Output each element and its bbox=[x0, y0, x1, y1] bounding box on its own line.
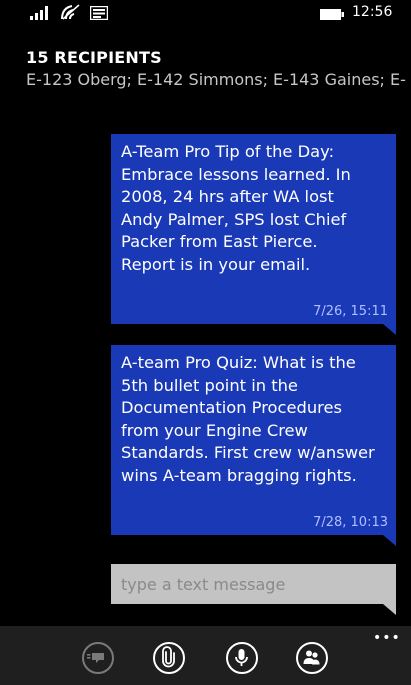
more-options-button[interactable]: ••• bbox=[373, 630, 401, 646]
people-icon bbox=[303, 650, 320, 665]
message-bubble[interactable]: A-Team Pro Tip of the Day: Embrace lesso… bbox=[111, 134, 396, 335]
message-timestamp: 7/26, 15:11 bbox=[313, 304, 388, 319]
message-text: A-team Pro Quiz: What is the 5th bullet … bbox=[121, 353, 375, 485]
recipients-button[interactable] bbox=[296, 642, 328, 674]
attach-icon bbox=[162, 646, 175, 668]
message-text: A-Team Pro Tip of the Day: Embrace lesso… bbox=[121, 142, 351, 274]
recipients-list[interactable]: E-123 Oberg; E-142 Simmons; E-143 Gaines… bbox=[26, 70, 406, 89]
wifi-icon bbox=[61, 4, 80, 20]
battery-icon bbox=[320, 9, 344, 20]
attach-button[interactable] bbox=[153, 642, 185, 674]
status-bar: 12:56 bbox=[0, 0, 411, 34]
message-input-tail bbox=[383, 604, 396, 615]
signal-icon bbox=[30, 6, 48, 20]
message-bubble[interactable]: A-team Pro Quiz: What is the 5th bullet … bbox=[111, 345, 396, 546]
microphone-icon bbox=[235, 649, 248, 666]
message-icon bbox=[90, 6, 108, 20]
message-input[interactable] bbox=[111, 564, 396, 604]
recipients-count[interactable]: 15 RECIPIENTS bbox=[26, 48, 162, 67]
send-icon bbox=[87, 653, 104, 663]
status-time: 12:56 bbox=[352, 4, 393, 20]
message-timestamp: 7/28, 10:13 bbox=[313, 515, 388, 530]
voice-button[interactable] bbox=[226, 642, 258, 674]
app-bar bbox=[0, 626, 411, 685]
send-button[interactable] bbox=[82, 642, 114, 674]
